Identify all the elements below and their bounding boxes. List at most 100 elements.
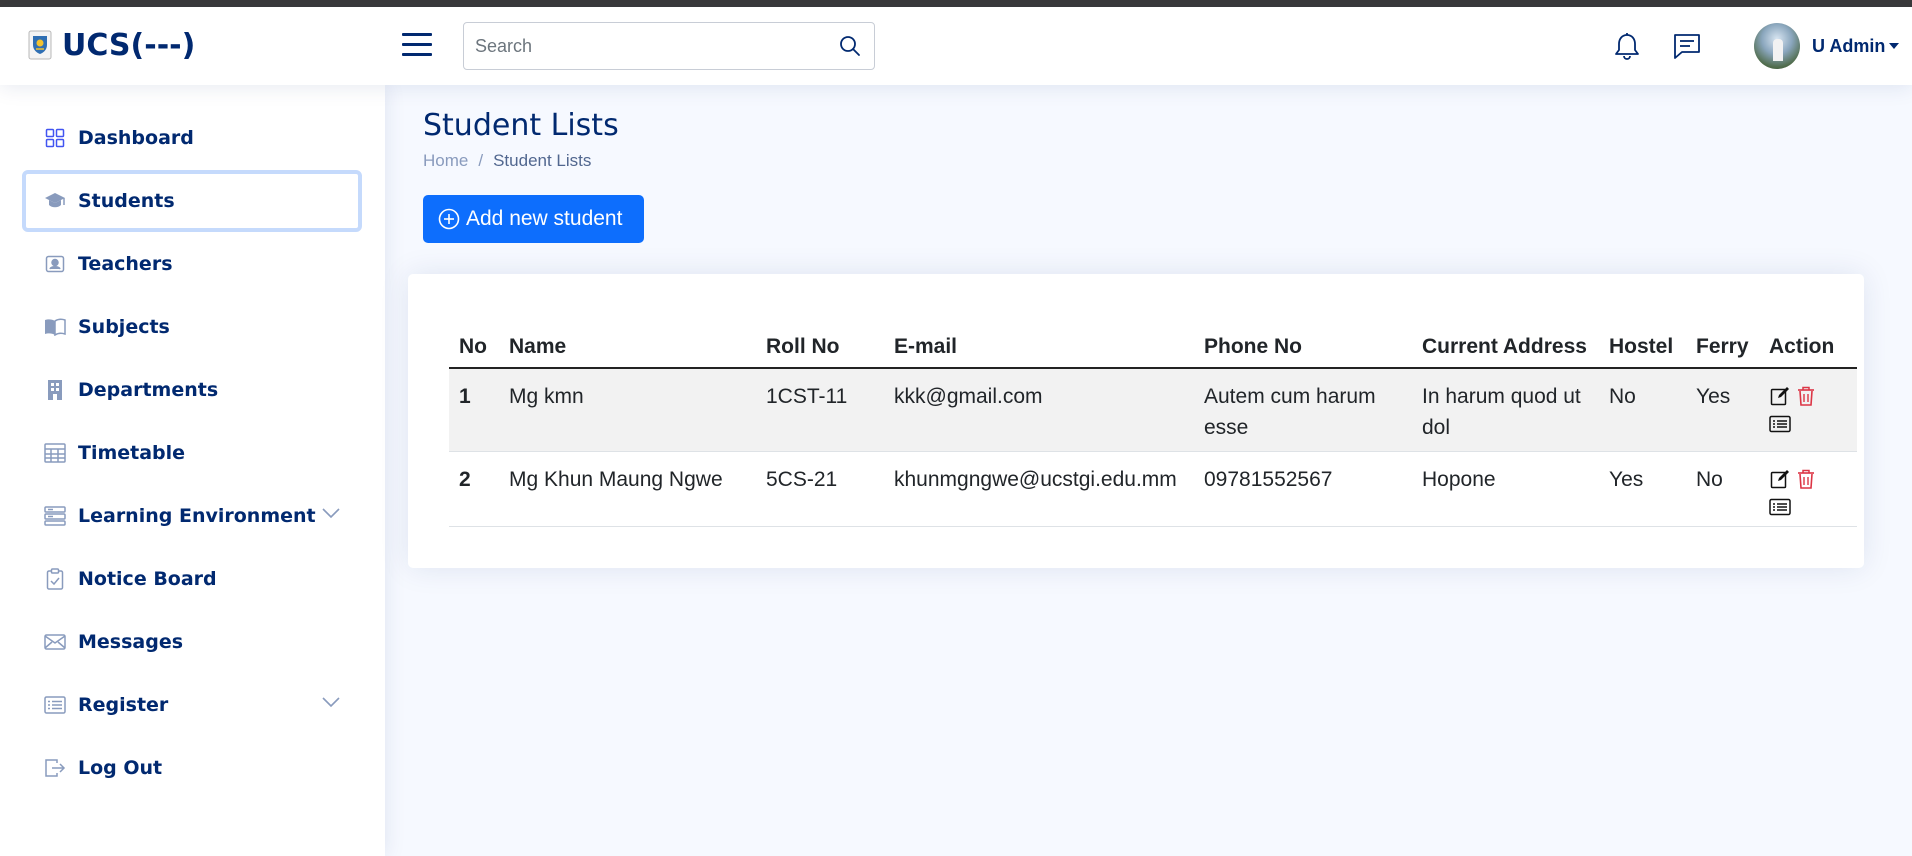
edit-button[interactable] <box>1769 385 1791 407</box>
delete-button[interactable] <box>1795 385 1817 407</box>
sidebar-item-teachers[interactable]: Teachers <box>22 233 362 295</box>
cell-hostel: Yes <box>1599 451 1686 527</box>
sidebar: Dashboard Students Teachers Subjects Dep… <box>0 85 385 856</box>
search-input[interactable] <box>464 24 826 68</box>
sidebar-item-label: Log Out <box>78 757 163 779</box>
person-badge-icon <box>44 253 66 275</box>
sidebar-item-timetable[interactable]: Timetable <box>22 422 362 484</box>
page-title-block: Student Lists <box>423 108 619 143</box>
cell-name: Mg kmn <box>499 368 756 452</box>
table-row: 2 Mg Khun Maung Ngwe 5CS-21 khunmgngwe@u… <box>449 451 1857 527</box>
sidebar-item-subjects[interactable]: Subjects <box>22 296 362 358</box>
cell-no: 1 <box>449 368 499 452</box>
column-header-hostel[interactable]: Hostel <box>1599 287 1686 369</box>
top-header: UCS(---) U Admin <box>0 7 1912 85</box>
sidebar-item-messages[interactable]: Messages <box>22 611 362 673</box>
cell-no: 2 <box>449 451 499 527</box>
search-icon <box>840 36 860 56</box>
sidebar-item-label: Students <box>78 190 175 212</box>
profile-name: U Admin <box>1812 35 1886 56</box>
clipboard-check-icon <box>44 568 66 590</box>
sidebar-item-students[interactable]: Students <box>22 170 362 232</box>
sidebar-item-departments[interactable]: Departments <box>22 359 362 421</box>
sidebar-item-dashboard[interactable]: Dashboard <box>22 107 362 169</box>
sidebar-item-label: Departments <box>78 379 219 401</box>
window-top-strip <box>0 0 1912 7</box>
column-header-name[interactable]: Name <box>499 287 756 369</box>
university-crest-icon <box>28 30 52 60</box>
envelope-icon <box>44 631 66 653</box>
bell-icon <box>1615 33 1639 60</box>
column-header-ferry[interactable]: Ferry <box>1686 287 1759 369</box>
edit-button[interactable] <box>1769 468 1791 490</box>
cell-ferry: No <box>1686 451 1759 527</box>
cell-phone-no: 09781552567 <box>1194 451 1412 527</box>
cell-action <box>1759 368 1857 452</box>
column-header-no[interactable]: No <box>449 287 499 369</box>
sidebar-item-label: Notice Board <box>78 568 217 590</box>
cell-name: Mg Khun Maung Ngwe <box>499 451 756 527</box>
breadcrumb: Home / Student Lists <box>423 151 591 171</box>
cell-roll-no: 1CST-11 <box>756 368 884 452</box>
list-icon <box>44 694 66 716</box>
add-new-student-button[interactable]: Add new student <box>423 195 644 243</box>
student-table: No Name Roll No E-mail Phone No Current … <box>449 287 1857 527</box>
sidebar-item-notice-board[interactable]: Notice Board <box>22 548 362 610</box>
trash-icon <box>1798 469 1814 489</box>
card-list-icon <box>1769 498 1791 516</box>
sidebar-toggle-button[interactable] <box>402 33 432 59</box>
messages-button[interactable] <box>1671 30 1703 62</box>
column-header-current-address[interactable]: Current Address <box>1412 287 1599 369</box>
sidebar-item-learning-environment[interactable]: Learning Environment <box>22 485 362 547</box>
brand-name: UCS(---) <box>62 27 196 63</box>
table-row: 1 Mg kmn 1CST-11 kkk@gmail.com Autem cum… <box>449 368 1857 452</box>
chat-left-text-icon <box>1674 34 1700 59</box>
breadcrumb-home-link[interactable]: Home <box>423 151 468 171</box>
layers-icon <box>44 505 66 527</box>
cell-ferry: Yes <box>1686 368 1759 452</box>
sidebar-item-label: Dashboard <box>78 127 194 149</box>
plus-circle-icon <box>438 208 460 230</box>
breadcrumb-separator: / <box>478 151 484 170</box>
cell-current-address: Hopone <box>1412 451 1599 527</box>
sidebar-item-log-out[interactable]: Log Out <box>22 737 362 799</box>
grid-icon <box>44 127 66 149</box>
add-new-student-label: Add new student <box>466 207 623 230</box>
brand-logo[interactable]: UCS(---) <box>28 27 195 63</box>
sidebar-item-label: Learning Environment <box>78 505 316 527</box>
cell-hostel: No <box>1599 368 1686 452</box>
delete-button[interactable] <box>1795 468 1817 490</box>
details-button[interactable] <box>1769 496 1791 518</box>
search-button[interactable] <box>826 24 874 68</box>
building-icon <box>44 379 66 401</box>
mortarboard-icon <box>44 190 66 212</box>
cell-email: khunmgngwe@ucstgi.edu.mm <box>884 451 1194 527</box>
sidebar-item-label: Messages <box>78 631 184 653</box>
cell-current-address: In harum quod ut dol <box>1412 368 1599 452</box>
sidebar-item-register[interactable]: Register <box>22 674 362 736</box>
card-list-icon <box>1769 415 1791 433</box>
search-bar <box>463 22 875 70</box>
column-header-roll-no[interactable]: Roll No <box>756 287 884 369</box>
avatar <box>1754 23 1800 69</box>
notifications-button[interactable] <box>1611 30 1643 62</box>
cell-action <box>1759 451 1857 527</box>
sidebar-item-label: Timetable <box>78 442 186 464</box>
page-title: Student Lists <box>423 108 619 143</box>
pencil-square-icon <box>1770 387 1789 406</box>
table-header-row: No Name Roll No E-mail Phone No Current … <box>449 287 1857 369</box>
sidebar-item-label: Subjects <box>78 316 170 338</box>
trash-icon <box>1798 386 1814 406</box>
column-header-phone-no[interactable]: Phone No <box>1194 287 1412 369</box>
sidebar-item-label: Register <box>78 694 169 716</box>
details-button[interactable] <box>1769 413 1791 435</box>
chevron-down-icon <box>322 508 340 519</box>
pencil-square-icon <box>1770 470 1789 489</box>
box-arrow-right-icon <box>44 757 66 779</box>
column-header-email[interactable]: E-mail <box>884 287 1194 369</box>
breadcrumb-current: Student Lists <box>493 151 592 170</box>
caret-down-icon <box>1889 43 1900 49</box>
profile-dropdown[interactable]: U Admin <box>1754 23 1900 69</box>
cell-phone-no: Autem cum harum esse <box>1194 368 1412 452</box>
cell-email: kkk@gmail.com <box>884 368 1194 452</box>
